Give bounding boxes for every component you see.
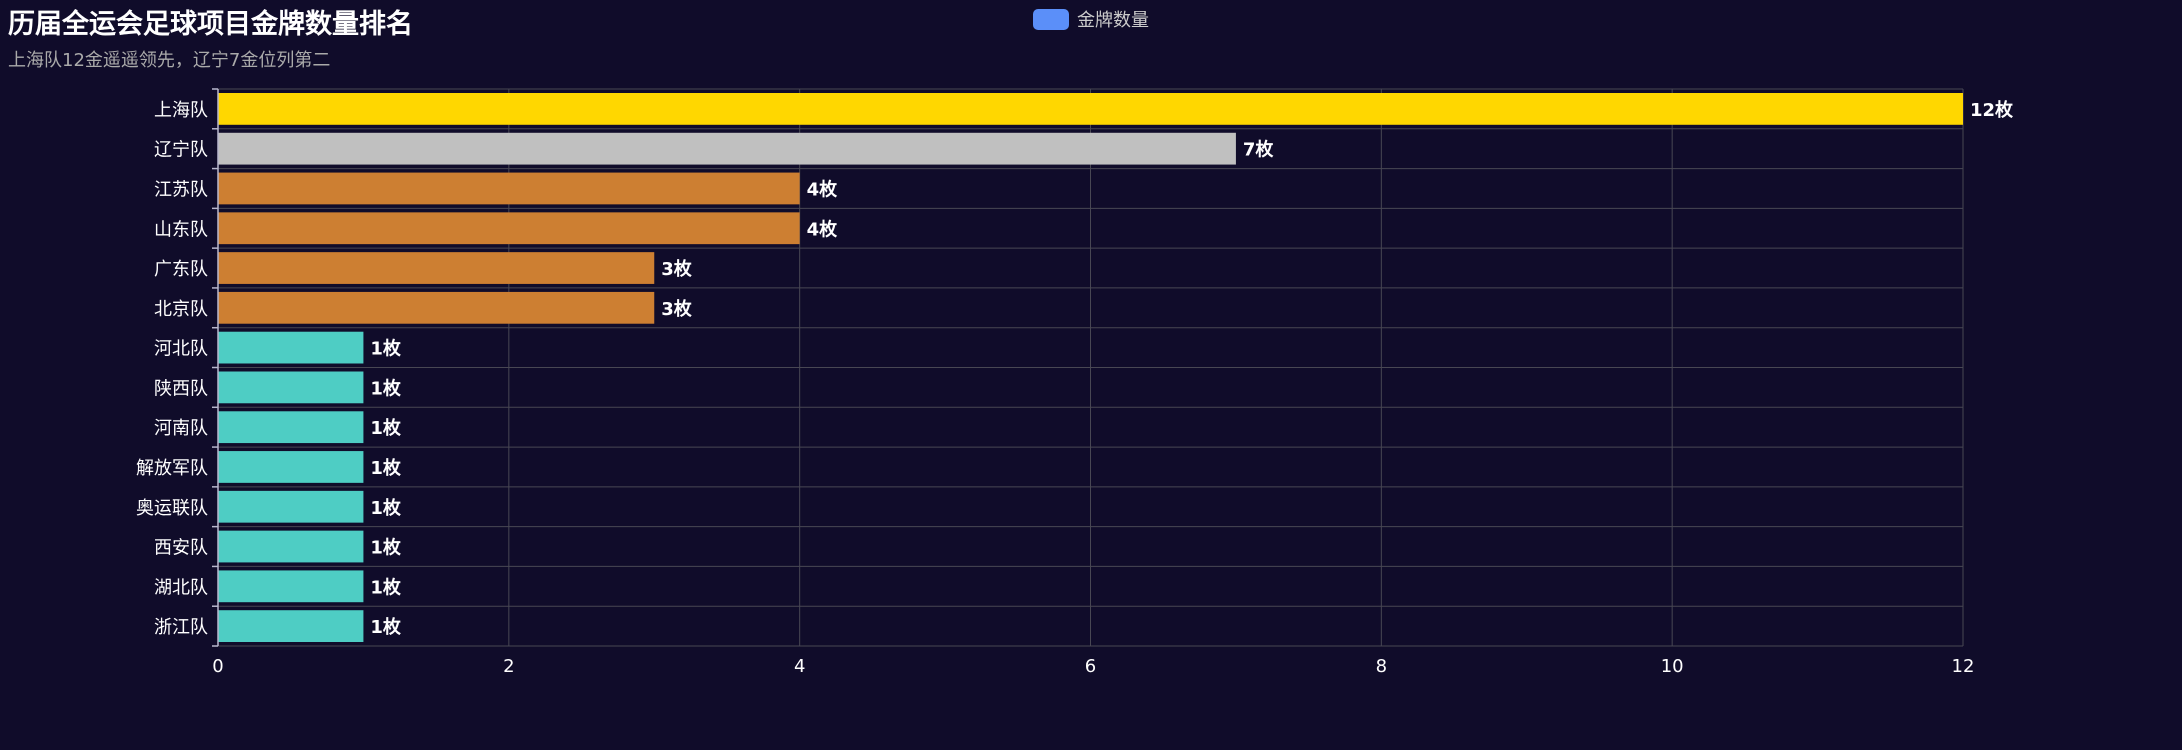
x-tick-label: 0 [212,656,223,677]
bar [218,331,364,364]
x-tick-label: 4 [794,656,805,677]
bar [218,172,800,205]
bar [218,451,364,483]
bar [218,371,364,404]
x-tick-label: 8 [1376,656,1387,677]
y-tick-label: 江苏队 [154,179,208,200]
y-tick-label: 解放军队 [136,458,208,479]
y-tick-label: 北京队 [154,299,208,320]
bar [218,291,655,324]
data-label: 1枚 [370,537,402,559]
y-tick-label: 浙江队 [154,617,208,638]
bar [218,132,1236,165]
bar [218,93,1963,125]
data-label: 1枚 [370,338,402,360]
y-tick-label: 湖北队 [154,577,208,598]
data-label: 1枚 [370,576,402,598]
data-label: 1枚 [370,377,402,399]
y-tick-label: 山东队 [154,219,208,240]
data-label: 7枚 [1243,139,1275,161]
data-label: 1枚 [370,417,402,439]
bar [218,610,364,642]
data-label: 1枚 [370,457,402,479]
bar [218,411,364,444]
x-tick-label: 12 [1952,656,1975,677]
data-label: 3枚 [661,258,693,280]
data-label: 12枚 [1970,99,2014,121]
x-tick-label: 2 [503,656,514,677]
data-label: 3枚 [661,298,693,320]
bar [218,490,364,523]
data-label: 4枚 [807,218,839,240]
y-tick-label: 上海队 [154,100,208,121]
grid-lines [218,88,1964,647]
y-tick-label: 广东队 [154,259,208,280]
data-label: 4枚 [807,178,839,200]
x-tick-label: 6 [1085,656,1096,677]
bar [218,570,364,603]
x-tick-label: 10 [1661,656,1684,677]
y-tick-label: 辽宁队 [154,140,208,161]
data-label: 1枚 [370,497,402,519]
y-tick-label: 河南队 [154,418,208,439]
y-tick-label: 陕西队 [154,378,208,399]
bar [218,530,364,563]
data-label: 1枚 [370,616,402,638]
y-tick-label: 奥运联队 [136,498,208,519]
bar [218,212,800,245]
bar-chart: 0 2 4 6 8 10 12 上海队辽宁队江苏队山东队广东队北京队河北队陕西队河南队解放军队… [136,88,2014,677]
y-tick-label: 河北队 [154,339,208,360]
bar [218,252,655,284]
y-tick-label: 西安队 [154,538,208,559]
